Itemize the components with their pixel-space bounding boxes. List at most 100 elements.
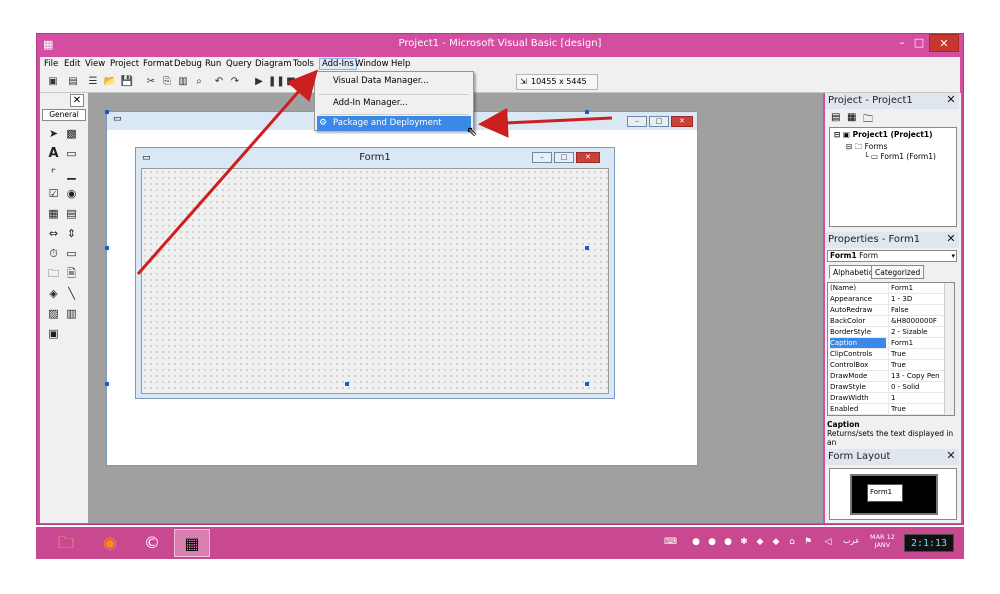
firefox-icon[interactable]: ◉	[92, 529, 128, 557]
listbox-icon[interactable]: ▤	[64, 206, 79, 221]
property-value[interactable]: False	[888, 305, 944, 315]
menu-edit[interactable]: Edit	[64, 59, 80, 69]
property-row[interactable]: AutoRedraw False	[828, 305, 944, 316]
property-value[interactable]: 1 - 3D	[888, 294, 944, 304]
form-layout-close-icon[interactable]: ✕	[945, 450, 957, 463]
designer-minimize-button[interactable]: –	[627, 116, 647, 127]
vb-taskbar-icon[interactable]: ▦	[174, 529, 210, 557]
picturebox-icon[interactable]: ▩	[64, 126, 79, 141]
tray-app-icon[interactable]: ✱	[738, 536, 750, 548]
property-value[interactable]: True	[888, 349, 944, 359]
form1-design-surface[interactable]	[141, 168, 609, 394]
menu-tools[interactable]: Tools	[293, 59, 314, 69]
menu-editor-icon[interactable]: ☰	[86, 75, 100, 89]
property-row[interactable]: Enabled True	[828, 404, 944, 415]
browser-icon[interactable]: ©	[134, 529, 170, 557]
resize-handle[interactable]	[105, 110, 109, 114]
clock[interactable]: 2:1:13	[904, 534, 954, 552]
property-row[interactable]: DrawStyle 0 - Solid	[828, 382, 944, 393]
property-value[interactable]: True	[888, 404, 944, 414]
undo-icon[interactable]: ↶	[212, 75, 226, 89]
end-icon[interactable]: ■	[284, 75, 298, 89]
menu-debug[interactable]: Debug	[174, 59, 202, 69]
property-row[interactable]: BorderStyle 2 - Sizable	[828, 327, 944, 338]
property-value[interactable]: 13 - Copy Pen	[888, 371, 944, 381]
combobox-icon[interactable]: ▦	[46, 206, 61, 221]
ole-icon[interactable]: ▣	[46, 326, 61, 341]
resize-handle[interactable]	[585, 382, 589, 386]
vscrollbar-icon[interactable]: ⇕	[64, 226, 79, 241]
property-row[interactable]: BackColor &H8000000F	[828, 316, 944, 327]
menu-project[interactable]: Project	[110, 59, 139, 69]
project-panel-header[interactable]: Project - Project1 ✕	[825, 93, 959, 109]
designer-maximize-button[interactable]: □	[649, 116, 669, 127]
data-icon[interactable]: ▥	[64, 306, 79, 321]
project-panel-close-icon[interactable]: ✕	[945, 94, 957, 107]
layout-form-preview[interactable]: Form1	[867, 484, 903, 502]
property-row[interactable]: ControlBox True	[828, 360, 944, 371]
menu-query[interactable]: Query	[226, 59, 252, 69]
add-project-icon[interactable]: ▣	[46, 75, 60, 89]
resize-handle[interactable]	[585, 246, 589, 250]
language-indicator[interactable]: عرب	[843, 536, 860, 545]
hscrollbar-icon[interactable]: ⇔	[46, 226, 61, 241]
menu-item-visual-data-manager[interactable]: Visual Data Manager...	[317, 74, 471, 89]
drivelistbox-icon[interactable]: ▭	[64, 246, 79, 261]
menu-item-package-deployment-wizard[interactable]: ⚙ Package and Deployment Wizard...	[317, 116, 471, 143]
tree-item-project[interactable]: ⊟ ▣ Project1 (Project1)	[834, 130, 933, 139]
copy-icon[interactable]: ⎘	[160, 75, 174, 89]
close-button[interactable]: ✕	[929, 34, 959, 52]
open-icon[interactable]: 📂	[103, 75, 117, 89]
tab-alphabetic[interactable]: Alphabetic	[829, 265, 877, 279]
menu-view[interactable]: View	[85, 59, 105, 69]
property-value[interactable]: Form1	[888, 283, 944, 293]
resize-handle[interactable]	[105, 246, 109, 250]
tab-categorized[interactable]: Categorized	[871, 265, 925, 279]
title-bar[interactable]: ▦ Project1 - Microsoft Visual Basic [des…	[37, 34, 963, 56]
property-value[interactable]: 1	[888, 393, 944, 403]
file-explorer-icon[interactable]: 🗀	[48, 529, 84, 557]
form1-window[interactable]: ▭ Form1 – □ ✕	[135, 147, 615, 399]
designer-close-button[interactable]: ✕	[671, 116, 693, 127]
frame-icon[interactable]: ⌜	[46, 166, 61, 181]
network-icon[interactable]: ⌂	[786, 536, 798, 548]
property-row[interactable]: (Name) Form1	[828, 283, 944, 294]
save-icon[interactable]: 💾	[120, 75, 134, 89]
property-row[interactable]: Caption Form1	[828, 338, 944, 349]
maximize-button[interactable]: □	[907, 34, 931, 52]
label-icon[interactable]: A	[46, 146, 61, 161]
commandbutton-icon[interactable]: ▁	[64, 166, 79, 181]
form-close-button[interactable]: ✕	[576, 152, 600, 163]
resize-handle[interactable]	[585, 110, 589, 114]
properties-panel-close-icon[interactable]: ✕	[945, 233, 957, 246]
property-row[interactable]: DrawWidth 1	[828, 393, 944, 404]
volume-icon[interactable]: ◁	[822, 536, 834, 548]
form-maximize-button[interactable]: □	[554, 152, 574, 163]
menu-window[interactable]: Window	[355, 59, 389, 69]
timer-icon[interactable]: ⏱	[46, 246, 61, 261]
menu-file[interactable]: File	[44, 59, 58, 69]
cut-icon[interactable]: ✂	[144, 75, 158, 89]
toolbox-general-tab[interactable]: General	[42, 109, 86, 121]
menu-run[interactable]: Run	[205, 59, 221, 69]
toolbox-close-button[interactable]: ✕	[70, 94, 84, 107]
properties-panel-header[interactable]: Properties - Form1 ✕	[825, 232, 959, 248]
filelistbox-icon[interactable]: 🗎	[64, 266, 79, 281]
start-icon[interactable]: ▶	[252, 75, 266, 89]
properties-scrollbar[interactable]	[944, 283, 954, 415]
view-object-icon[interactable]: ▦	[847, 112, 856, 123]
flag-icon[interactable]: ⚑	[802, 536, 814, 548]
paste-icon[interactable]: ▥	[176, 75, 190, 89]
line-icon[interactable]: ╲	[64, 286, 79, 301]
view-code-icon[interactable]: ▤	[831, 112, 840, 123]
resize-handle[interactable]	[345, 382, 349, 386]
tray-app-icon[interactable]: ●	[722, 536, 734, 548]
find-icon[interactable]: ⌕	[192, 75, 206, 89]
optionbutton-icon[interactable]: ◉	[64, 186, 79, 201]
tray-app-icon[interactable]: ◆	[754, 536, 766, 548]
redo-icon[interactable]: ↷	[228, 75, 242, 89]
pointer-icon[interactable]: ➤	[46, 126, 61, 141]
tray-app-icon[interactable]: ●	[706, 536, 718, 548]
dirlistbox-icon[interactable]: 🗀	[46, 266, 61, 281]
add-form-icon[interactable]: ▤	[66, 75, 80, 89]
